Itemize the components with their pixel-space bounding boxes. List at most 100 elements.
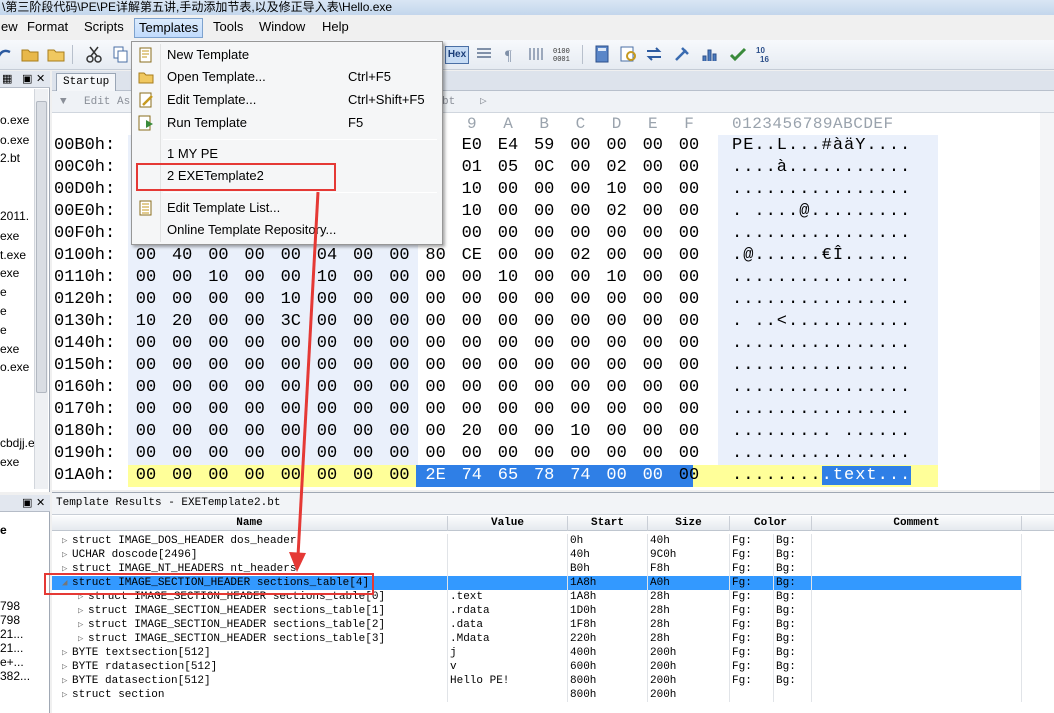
- hex-byte[interactable]: 00: [273, 421, 309, 443]
- hex-byte[interactable]: 00: [237, 465, 273, 487]
- hex-byte[interactable]: 00: [526, 355, 562, 377]
- hex-byte[interactable]: 00: [345, 333, 381, 355]
- hex-byte[interactable]: 00: [671, 223, 707, 245]
- hex-byte[interactable]: 00: [164, 289, 200, 311]
- hex-byte[interactable]: 00: [237, 333, 273, 355]
- hex-byte[interactable]: 00: [454, 399, 490, 421]
- hex-byte[interactable]: 02: [599, 157, 635, 179]
- hex-byte[interactable]: 00: [671, 311, 707, 333]
- hex-byte[interactable]: 00: [345, 355, 381, 377]
- menu-scripts[interactable]: Scripts: [80, 18, 128, 38]
- hex-byte[interactable]: 00: [635, 333, 671, 355]
- hex-byte[interactable]: 00: [345, 399, 381, 421]
- hex-byte[interactable]: 00: [599, 377, 635, 399]
- hex-row[interactable]: 0100h: 00 40 00 00 00 04 00 00 80 CE 00 00 02 00 00 00 .@…: [52, 245, 1054, 267]
- menu-templates[interactable]: Templates: [134, 18, 204, 38]
- file-browser-scrollbar[interactable]: [34, 89, 48, 489]
- hex-byte[interactable]: 00: [309, 355, 345, 377]
- hex-byte[interactable]: 00: [237, 289, 273, 311]
- expand-icon[interactable]: ▷: [62, 548, 72, 562]
- hex-byte[interactable]: 00: [454, 333, 490, 355]
- hex-byte[interactable]: 00: [309, 421, 345, 443]
- ascii-text[interactable]: ....à...........: [718, 157, 938, 179]
- file-item[interactable]: exe: [0, 228, 19, 244]
- hex-byte[interactable]: 00: [490, 245, 526, 267]
- hex-byte[interactable]: 00: [490, 333, 526, 355]
- line-view-icon[interactable]: [526, 44, 546, 64]
- hex-byte[interactable]: 3C: [273, 311, 309, 333]
- hex-row[interactable]: 01A0h: 00 00 00 00 00 00 00 00 2E 74 65 78 74 00 00 00..…: [52, 465, 1054, 487]
- hex-row[interactable]: 0180h: 00 00 00 00 00 00 00 00 00 20 00 00 10 00 00 00..…: [52, 421, 1054, 443]
- hex-byte[interactable]: 00: [490, 289, 526, 311]
- template-result-row[interactable]: ▷ struct section 800h 200h: [52, 688, 1022, 702]
- folder-icon[interactable]: [46, 44, 66, 64]
- hex-byte[interactable]: 00: [526, 201, 562, 223]
- hex-byte[interactable]: 00: [671, 465, 707, 487]
- hex-byte[interactable]: 00: [418, 311, 454, 333]
- hex-byte[interactable]: 00: [562, 223, 598, 245]
- hex-byte[interactable]: 00: [526, 245, 562, 267]
- hex-byte[interactable]: 00: [599, 333, 635, 355]
- hex-byte[interactable]: 00: [309, 377, 345, 399]
- hex-byte[interactable]: 10: [454, 201, 490, 223]
- hex-byte[interactable]: 00: [200, 245, 236, 267]
- hex-byte[interactable]: 00: [599, 421, 635, 443]
- hex-byte[interactable]: 74: [454, 465, 490, 487]
- ascii-text[interactable]: . ....@.........: [718, 201, 938, 223]
- hex-byte[interactable]: 00: [309, 465, 345, 487]
- hex-byte[interactable]: 00: [490, 179, 526, 201]
- hex-byte[interactable]: 00: [671, 399, 707, 421]
- hex-row[interactable]: 0120h: 00 00 00 00 10 00 00 00 00 00 00 00 00 00 00 00..…: [52, 289, 1054, 311]
- hex-byte[interactable]: 00: [381, 289, 417, 311]
- hex-byte[interactable]: 00: [128, 443, 164, 465]
- hex-byte[interactable]: 00: [671, 377, 707, 399]
- hex-byte[interactable]: 00: [635, 355, 671, 377]
- file-item[interactable]: 2011.: [0, 208, 29, 224]
- ascii-text[interactable]: ................: [718, 377, 938, 399]
- hex-byte[interactable]: 00: [418, 443, 454, 465]
- cut-icon[interactable]: [84, 44, 104, 64]
- expand-icon[interactable]: ▷: [78, 632, 88, 646]
- expand-icon[interactable]: ▷: [62, 646, 72, 660]
- column-size-header[interactable]: Size: [648, 516, 730, 531]
- hex-byte[interactable]: 00: [309, 289, 345, 311]
- tools-icon[interactable]: [672, 44, 692, 64]
- hex-byte[interactable]: 00: [635, 135, 671, 157]
- template-result-row[interactable]: ▷ struct IMAGE_SECTION_HEADER sections_ta…: [52, 618, 1022, 632]
- close-icon[interactable]: ✕: [36, 73, 45, 86]
- hex-byte[interactable]: 00: [345, 267, 381, 289]
- template-result-row[interactable]: ▷ struct IMAGE_SECTION_HEADER sections_ta…: [52, 604, 1022, 618]
- hex-byte[interactable]: 2E: [418, 465, 454, 487]
- hex-byte[interactable]: 00: [671, 421, 707, 443]
- hex-byte[interactable]: 00: [273, 465, 309, 487]
- hex-byte[interactable]: 04: [309, 245, 345, 267]
- hex-byte[interactable]: 00: [562, 443, 598, 465]
- hex-byte[interactable]: 20: [454, 421, 490, 443]
- hex-byte[interactable]: E0: [454, 135, 490, 157]
- hex-byte[interactable]: 10: [273, 289, 309, 311]
- histogram-icon[interactable]: [700, 44, 720, 64]
- file-item[interactable]: 2.bt: [0, 150, 20, 166]
- hex-byte[interactable]: 00: [526, 179, 562, 201]
- hex-byte[interactable]: 10: [490, 267, 526, 289]
- hex-byte[interactable]: 00: [599, 135, 635, 157]
- template-result-row[interactable]: ▷ struct IMAGE_SECTION_HEADER sections_ta…: [52, 632, 1022, 646]
- hex-byte[interactable]: 00: [345, 311, 381, 333]
- hex-byte[interactable]: 00: [671, 355, 707, 377]
- hex-byte[interactable]: 00: [164, 443, 200, 465]
- hex-byte[interactable]: 00: [671, 201, 707, 223]
- column-value-header[interactable]: Value: [448, 516, 568, 531]
- hex-byte[interactable]: 00: [164, 399, 200, 421]
- expand-icon[interactable]: ▷: [78, 604, 88, 618]
- hex-byte[interactable]: 00: [490, 377, 526, 399]
- hex-byte[interactable]: 00: [345, 465, 381, 487]
- file-item[interactable]: e: [0, 284, 7, 300]
- hex-byte[interactable]: 80: [418, 245, 454, 267]
- hex-byte[interactable]: 00: [164, 333, 200, 355]
- hex-row[interactable]: 0170h: 00 00 00 00 00 00 00 00 00 00 00 00 00 00 00 00..…: [52, 399, 1054, 421]
- ascii-text[interactable]: ................: [718, 289, 938, 311]
- binary-icon[interactable]: 0100 0001: [552, 44, 572, 64]
- hex-byte[interactable]: 02: [562, 245, 598, 267]
- hex-byte[interactable]: 00: [454, 223, 490, 245]
- hex-row[interactable]: 0150h: 00 00 00 00 00 00 00 00 00 00 00 00 00 00 00 00..…: [52, 355, 1054, 377]
